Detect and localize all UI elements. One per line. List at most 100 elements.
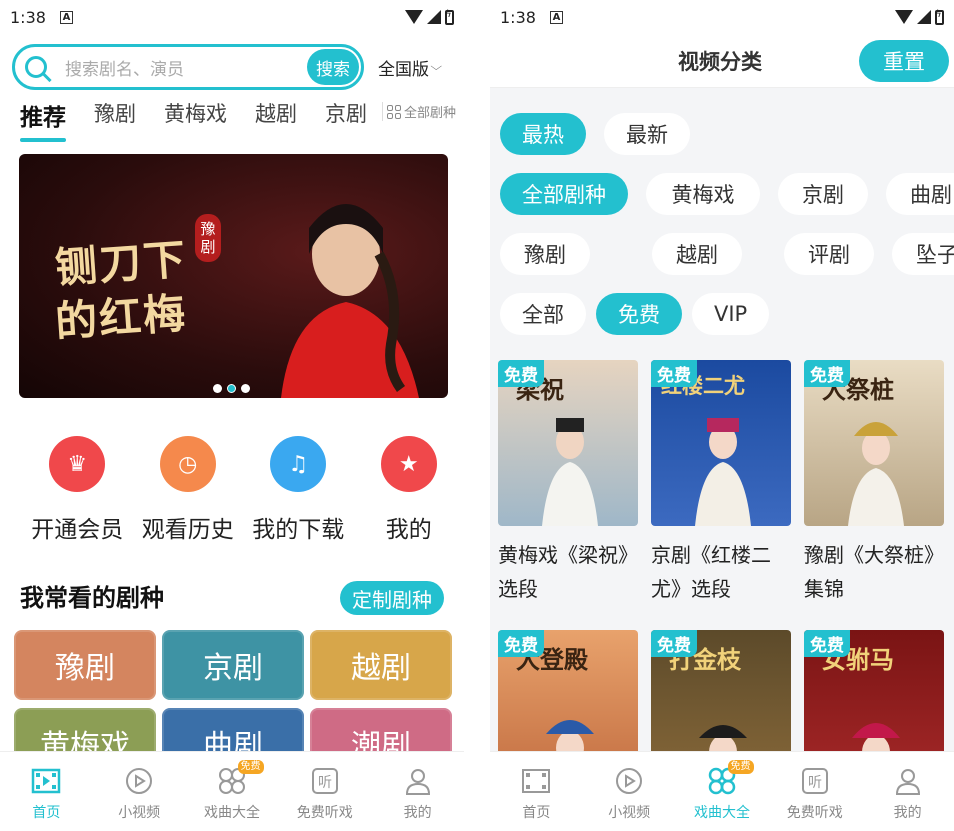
tab-recommend[interactable]: 推荐 — [20, 98, 66, 142]
free-badge: 免费 — [651, 360, 697, 387]
nav-free-listen[interactable]: 听 免费听戏 — [768, 752, 861, 831]
filter-chip-newest[interactable]: 最新 — [604, 113, 690, 155]
free-badge: 免费 — [237, 760, 264, 774]
video-thumbnail[interactable]: 红楼二尤 免费 — [651, 360, 791, 526]
play-icon — [614, 766, 644, 796]
carousel-dots — [213, 384, 250, 393]
tab-huangmeixi[interactable]: 黄梅戏 — [164, 98, 227, 128]
video-title[interactable]: 豫剧《大祭桩》集锦 — [804, 538, 944, 606]
film-icon — [31, 766, 61, 796]
filter-chip-yueju[interactable]: 越剧 — [652, 233, 742, 275]
region-selector[interactable]: 全国版 ⌵ — [378, 55, 443, 80]
filter-chip-pingju[interactable]: 评剧 — [784, 233, 874, 275]
seal-top: 豫 — [200, 220, 216, 238]
performer-image — [542, 418, 598, 526]
watch-history-button[interactable]: ◷ 观看历史 — [133, 436, 244, 546]
carousel-dot-active[interactable] — [227, 384, 236, 393]
free-badge: 免费 — [498, 360, 544, 387]
more-icon: ★ — [380, 436, 437, 492]
filter-chip-zhuizi[interactable]: 坠子 — [892, 233, 954, 275]
all-genres-button[interactable]: 全部剧种 — [381, 102, 456, 121]
nav-opera-all[interactable]: 免费 戏曲大全 — [186, 752, 279, 831]
quick-label: 我的 — [385, 517, 432, 543]
genre-tile-jingju[interactable]: 京剧 — [162, 630, 304, 700]
video-title[interactable]: 黄梅戏《梁祝》选段 — [498, 538, 638, 606]
download-icon: ♫ — [270, 436, 327, 492]
genre-tile-yuju[interactable]: 豫剧 — [14, 630, 156, 700]
history-icon: ◷ — [159, 436, 216, 492]
filter-chip-huangmeixi[interactable]: 黄梅戏 — [646, 173, 760, 215]
free-badge: 免费 — [727, 760, 754, 774]
tab-yuju[interactable]: 豫剧 — [94, 98, 136, 128]
nav-label: 首页 — [32, 805, 61, 821]
quick-label: 我的下载 — [252, 517, 345, 543]
nav-label: 小视频 — [118, 805, 161, 821]
nav-label: 我的 — [403, 805, 432, 821]
search-input[interactable]: 搜索剧名、演员 搜索 — [12, 44, 364, 90]
tab-jingju[interactable]: 京剧 — [325, 98, 367, 128]
quick-label: 观看历史 — [141, 517, 234, 543]
customize-genres-button[interactable]: 定制剧种 — [340, 581, 444, 615]
search-row: 搜索剧名、演员 搜索 全国版 ⌵ — [12, 44, 464, 90]
video-card[interactable]: 红楼二尤 免费 京剧《红楼二尤》选段 — [651, 360, 791, 606]
genre-tile-yueju[interactable]: 越剧 — [310, 630, 452, 700]
free-badge: 免费 — [804, 630, 850, 657]
video-card[interactable]: 梁祝 免费 黄梅戏《梁祝》选段 — [498, 360, 638, 606]
search-icon — [25, 56, 47, 78]
home-screen: 1:38 A 搜索剧名、演员 搜索 全国版 ⌵ 推荐 豫剧 黄梅戏 越剧 京剧 … — [0, 0, 464, 831]
video-title[interactable]: 京剧《红楼二尤》选段 — [651, 538, 791, 606]
nav-home[interactable]: 首页 — [0, 752, 93, 831]
status-time: 1:38 — [10, 7, 46, 27]
nav-label: 戏曲大全 — [693, 805, 750, 821]
tab-yueju[interactable]: 越剧 — [255, 98, 297, 128]
nav-short-video[interactable]: 小视频 — [93, 752, 186, 831]
notification-a-icon: A — [59, 10, 73, 24]
carousel-dot[interactable] — [241, 384, 250, 393]
my-more-button[interactable]: ★ 我的 — [354, 436, 465, 546]
nav-label: 我的 — [893, 805, 922, 821]
video-card[interactable]: 大祭桩 免费 豫剧《大祭桩》集锦 — [804, 360, 944, 606]
performer-image — [695, 418, 751, 526]
open-vip-button[interactable]: ♛ 开通会员 — [22, 436, 133, 546]
filter-chip-all[interactable]: 全部 — [500, 293, 586, 335]
nav-free-listen[interactable]: 听 免费听戏 — [278, 752, 371, 831]
video-thumbnail[interactable]: 梁祝 免费 — [498, 360, 638, 526]
bottom-nav: 首页 小视频 免费 戏曲大全 听 免费听戏 我的 — [0, 751, 464, 831]
reset-button[interactable]: 重置 — [859, 40, 949, 82]
nav-label: 免费听戏 — [786, 805, 843, 821]
filter-chip-vip[interactable]: VIP — [692, 293, 770, 335]
filter-chip-all-genres[interactable]: 全部剧种 — [500, 173, 628, 215]
nav-home[interactable]: 首页 — [490, 752, 583, 831]
banner-carousel[interactable]: 铡刀下 的红梅 豫 剧 — [19, 154, 448, 398]
my-downloads-button[interactable]: ♫ 我的下载 — [243, 436, 354, 546]
status-time: 1:38 — [500, 7, 536, 27]
genre-filter-row-1: 全部剧种 黄梅戏 京剧 曲剧 — [500, 173, 954, 215]
status-bar: 1:38 A — [490, 0, 954, 34]
nav-label: 免费听戏 — [296, 805, 353, 821]
free-badge: 免费 — [651, 630, 697, 657]
filter-chip-hottest[interactable]: 最热 — [500, 113, 586, 155]
grid-icon — [386, 104, 401, 119]
performer-image — [848, 422, 904, 526]
quick-actions: ♛ 开通会员 ◷ 观看历史 ♫ 我的下载 ★ 我的 — [22, 436, 464, 546]
video-category-screen: 1:38 A 视频分类 重置 最热 最新 全部剧种 黄梅戏 京剧 曲剧 豫剧 越… — [490, 0, 954, 831]
signal-icon — [427, 10, 441, 24]
filter-chip-jingju[interactable]: 京剧 — [778, 173, 868, 215]
search-button[interactable]: 搜索 — [307, 49, 359, 85]
carousel-dot[interactable] — [213, 384, 222, 393]
nav-short-video[interactable]: 小视频 — [583, 752, 676, 831]
video-thumbnail[interactable]: 大祭桩 免费 — [804, 360, 944, 526]
listen-icon: 听 — [310, 766, 340, 796]
filter-chip-yuju[interactable]: 豫剧 — [500, 233, 590, 275]
nav-mine[interactable]: 我的 — [371, 752, 464, 831]
nav-mine[interactable]: 我的 — [861, 752, 954, 831]
chevron-down-icon: ⌵ — [430, 60, 443, 73]
price-filter-row: 全部 免费 VIP — [500, 293, 770, 335]
nav-label: 首页 — [522, 805, 551, 821]
video-grid: 梁祝 免费 黄梅戏《梁祝》选段 红楼二尤 免费 京剧《红楼二尤》选段 大祭桩 免… — [498, 360, 944, 606]
battery-icon — [935, 9, 944, 25]
nav-opera-all[interactable]: 免费 戏曲大全 — [676, 752, 769, 831]
filter-chip-quju[interactable]: 曲剧 — [886, 173, 954, 215]
sort-filter-row: 最热 最新 — [500, 113, 690, 155]
filter-chip-free[interactable]: 免费 — [596, 293, 682, 335]
